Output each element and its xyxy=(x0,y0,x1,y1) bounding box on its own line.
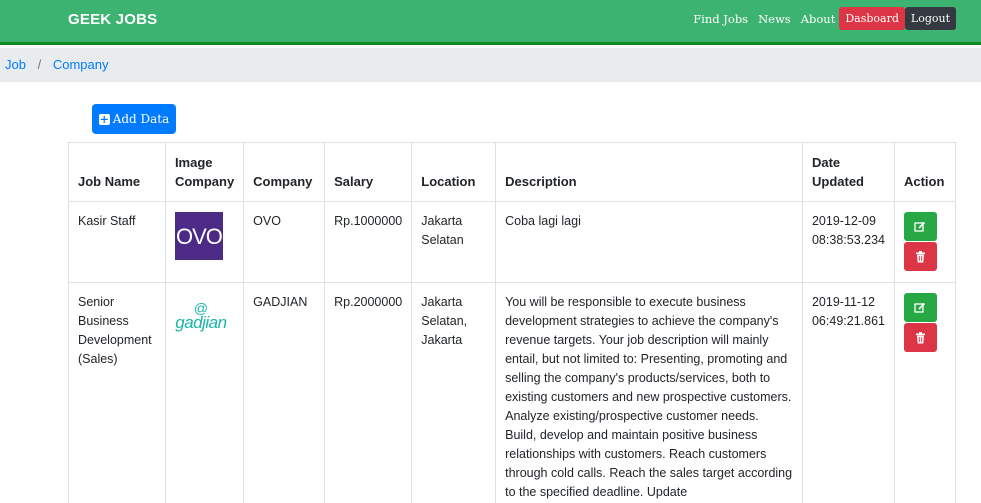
trash-icon xyxy=(915,250,925,262)
dashboard-button[interactable]: Dasboard xyxy=(839,7,905,30)
header-action: Action xyxy=(893,142,957,202)
add-data-label: Add Data xyxy=(112,112,170,126)
breadcrumb-separator: / xyxy=(37,57,42,72)
header-date-updated: Date Updated xyxy=(801,142,895,202)
header-salary: Salary xyxy=(324,142,413,202)
edit-icon xyxy=(914,221,926,232)
cell-image-company: @ gadjian xyxy=(164,282,245,503)
top-navbar: GEEK JOBS Find Jobs News About Dasboard … xyxy=(0,0,981,45)
edit-button[interactable] xyxy=(903,212,937,241)
cell-location: Jakarta Selatan xyxy=(411,201,497,283)
breadcrumb-item-job[interactable]: Job xyxy=(5,57,26,72)
nav-link-news[interactable]: News xyxy=(758,12,791,26)
cell-job-name: Kasir Staff xyxy=(68,201,166,283)
cell-salary: Rp.1000000 xyxy=(324,201,413,283)
header-location: Location xyxy=(411,142,497,202)
header-image-company: Image Company xyxy=(164,142,245,202)
delete-button[interactable] xyxy=(903,242,937,271)
add-data-button[interactable]: + Add Data xyxy=(92,104,176,134)
jobs-table: Job Name Image Company Company Salary Lo… xyxy=(68,142,957,503)
gadjian-logo: @ gadjian xyxy=(175,293,227,341)
cell-date-updated: 2019-11-12 06:49:21.861 xyxy=(801,282,895,503)
cell-action xyxy=(893,201,957,283)
plus-square-icon: + xyxy=(98,112,110,126)
cell-description: Coba lagi lagi xyxy=(495,201,803,283)
cell-company: GADJIAN xyxy=(243,282,326,503)
cell-image-company: OVO xyxy=(164,201,245,283)
brand-logo[interactable]: GEEK JOBS xyxy=(68,11,157,28)
table-row: Kasir Staff OVO OVO Rp.1000000 Jakarta S… xyxy=(68,201,957,283)
cell-job-name: Senior Business Development (Sales) xyxy=(68,282,166,503)
cell-company: OVO xyxy=(243,201,326,283)
table-header-row: Job Name Image Company Company Salary Lo… xyxy=(68,142,957,202)
cell-location: Jakarta Selatan, Jakarta xyxy=(411,282,497,503)
header-company: Company xyxy=(243,142,326,202)
nav-link-about[interactable]: About xyxy=(801,12,836,26)
cell-description: You will be responsible to execute busin… xyxy=(495,282,803,503)
cell-action xyxy=(893,282,957,503)
cell-date-updated: 2019-12-09 08:38:53.234 xyxy=(801,201,895,283)
edit-button[interactable] xyxy=(903,293,937,322)
edit-icon xyxy=(914,302,926,313)
delete-button[interactable] xyxy=(903,323,937,352)
logout-button[interactable]: Logout xyxy=(904,7,956,30)
gadjian-logo-text: gadjian xyxy=(175,313,227,332)
header-description: Description xyxy=(495,142,803,202)
breadcrumb: Job / Company xyxy=(0,48,981,82)
nav-link-find-jobs[interactable]: Find Jobs xyxy=(693,12,748,26)
ovo-logo: OVO xyxy=(174,212,223,260)
cell-salary: Rp.2000000 xyxy=(324,282,413,503)
header-job-name: Job Name xyxy=(68,142,166,202)
trash-icon xyxy=(915,331,925,343)
breadcrumb-item-company[interactable]: Company xyxy=(53,57,109,72)
table-row: Senior Business Development (Sales) @ ga… xyxy=(68,282,957,503)
nav-links: Find Jobs News About Dasboard Logout xyxy=(693,7,956,30)
ovo-logo-text: OVO xyxy=(175,223,223,249)
